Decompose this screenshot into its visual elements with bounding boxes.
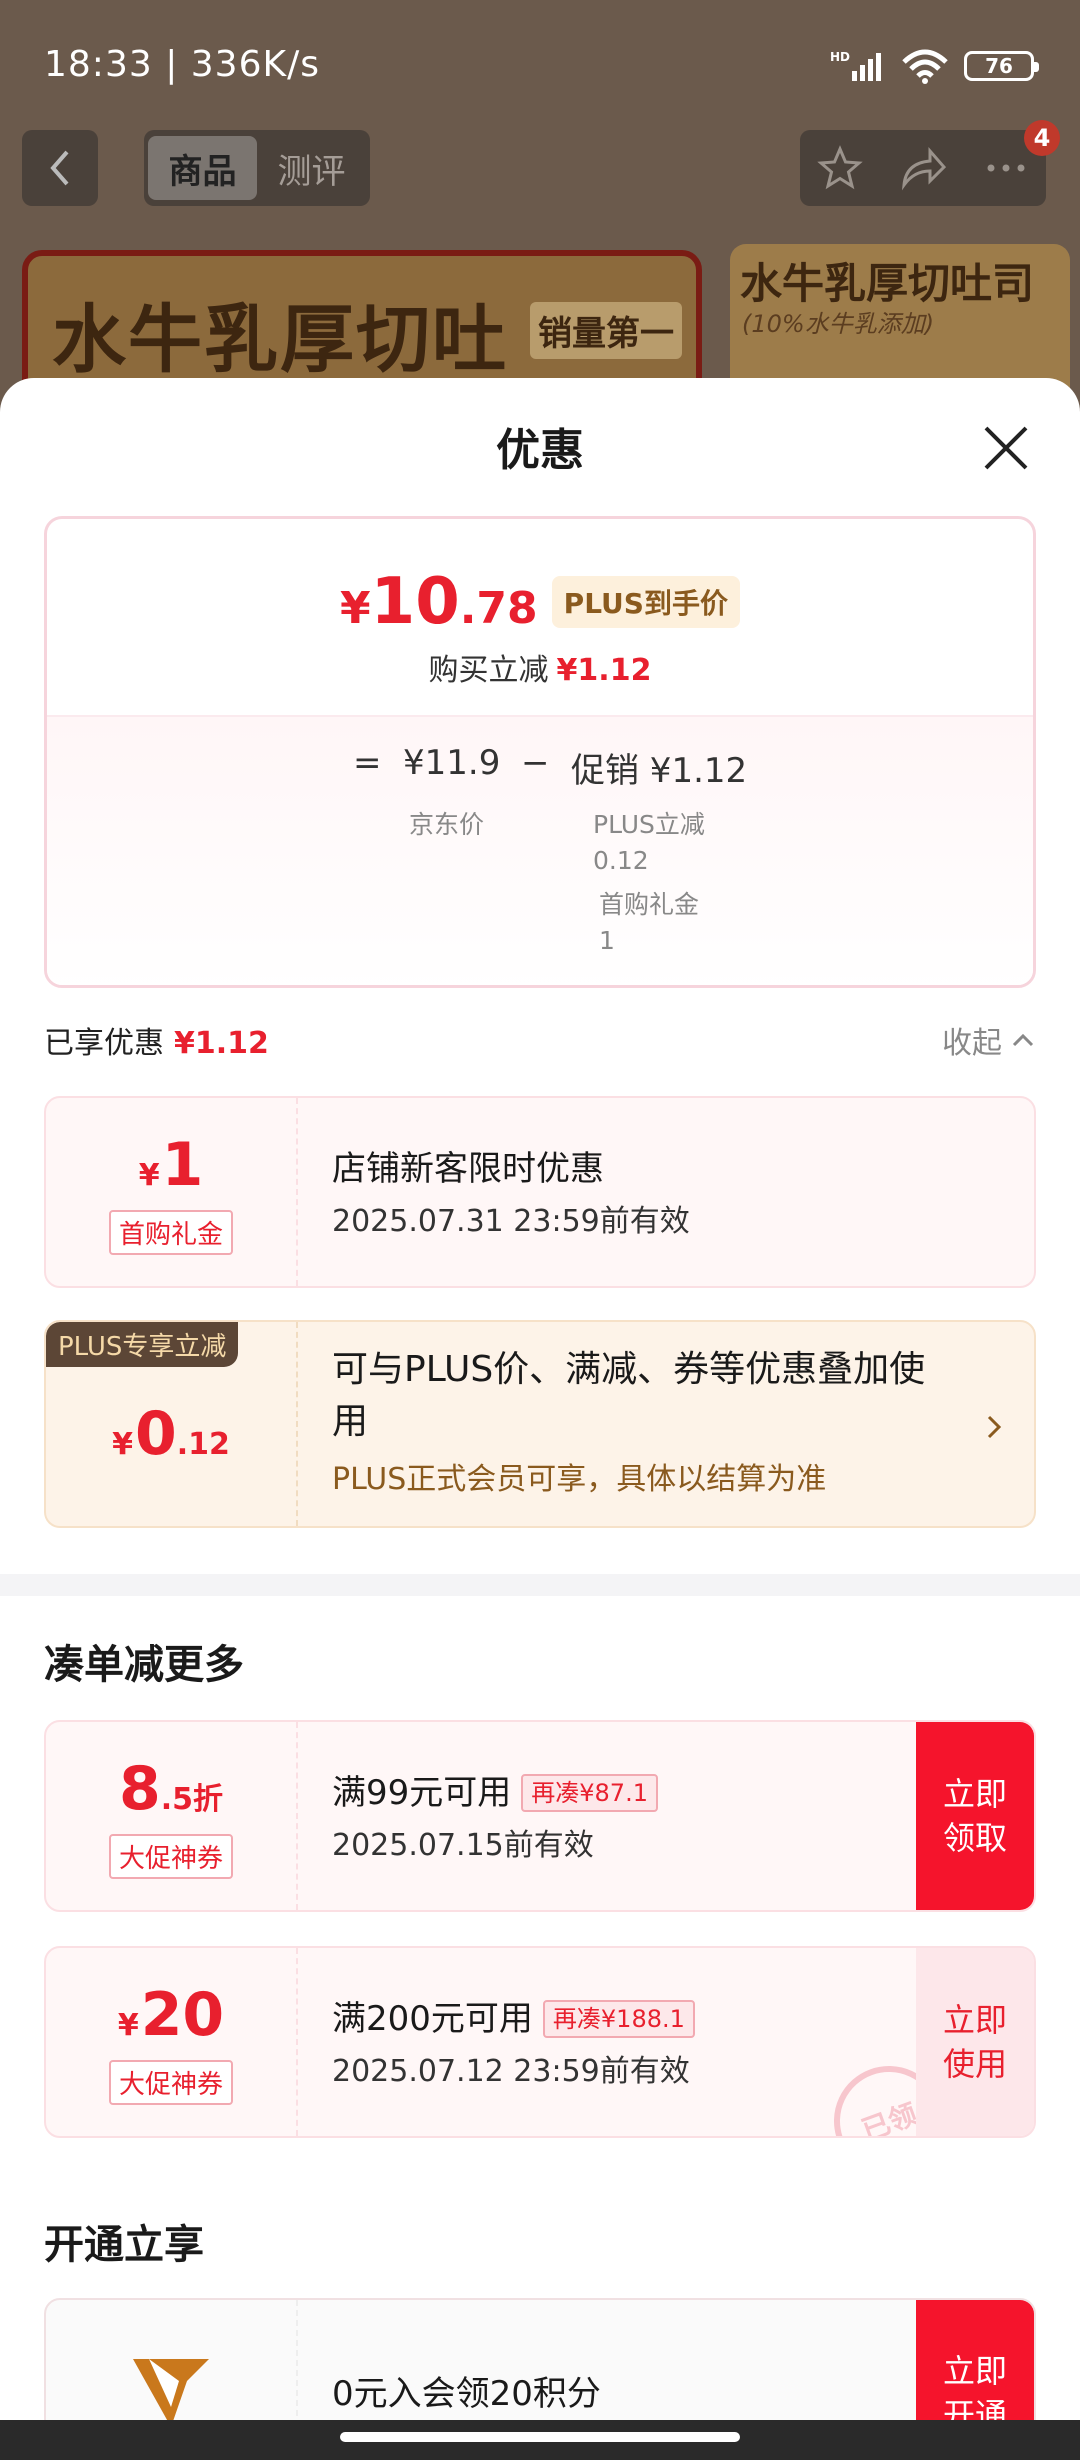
chevron-left-icon: [50, 150, 69, 186]
coupon-suffix: .5折: [160, 1781, 224, 1817]
share-icon[interactable]: [898, 145, 948, 191]
coupon-validity: 2025.07.15前有效: [332, 1828, 594, 1863]
banner-title: 水牛乳厚切吐: [52, 297, 508, 383]
coupon-amount: 1: [161, 1129, 204, 1200]
close-icon[interactable]: [980, 422, 1032, 474]
price-summary: ¥ 10 .78 PLUS到手价 购买立减 ¥1.12: [47, 519, 1033, 717]
base-price-label: 京东价: [409, 810, 485, 839]
status-icons: HD 76: [830, 48, 1039, 84]
section-divider: [0, 1574, 1080, 1596]
coupon-amount: 20: [140, 1979, 225, 2050]
enjoyed-label: 已享优惠: [44, 1026, 164, 1061]
status-bar: 18:33 | 336K/s HD 76: [0, 0, 1080, 130]
coupon-type-tag: 首购礼金: [108, 1209, 233, 1255]
claim-button[interactable]: 立即领取: [916, 1722, 1034, 1910]
coupon-20-off: ¥ 20 大促神券 满200元可用 再凑¥188.1 2025.07.12 23…: [44, 1946, 1036, 2138]
plus-reduce-value: 0.12: [593, 846, 649, 875]
plus-title: 可与PLUS价、满减、券等优惠叠加使用: [332, 1349, 926, 1442]
plus-amount-dec: .12: [176, 1427, 230, 1462]
section-title-more: 凑单减更多: [44, 1642, 244, 1688]
price-symbol: ¥: [340, 583, 371, 634]
collapse-toggle[interactable]: 收起: [942, 1018, 1036, 1062]
enjoyed-discount: 已享优惠 ¥1.12: [44, 1018, 269, 1062]
coupon-type-tag: 大促神券: [108, 2059, 233, 2105]
first-buy-coupon[interactable]: ¥ 1 首购礼金 店铺新客限时优惠 2025.07.31 23:59前有效: [44, 1096, 1036, 1288]
price-integer: 10: [370, 565, 460, 639]
plus-subtitle: PLUS正式会员可享，具体以结算为准: [332, 1462, 827, 1497]
plus-corner-tag: PLUS专享立减: [46, 1322, 239, 1367]
first-buy-label: 首购礼金: [599, 890, 700, 919]
section-title-open: 开通立享: [44, 2222, 204, 2268]
first-buy-value: 1: [599, 926, 615, 955]
coupon-extra-tag: 再凑¥87.1: [521, 1774, 658, 1812]
collapse-label: 收起: [942, 1026, 1002, 1061]
reduce-value: ¥1.12: [556, 653, 652, 688]
plus-amount-int: 0: [134, 1399, 177, 1469]
minus-sign: −: [521, 743, 550, 783]
home-indicator[interactable]: [340, 2432, 740, 2442]
use-button[interactable]: 立即使用: [916, 1948, 1034, 2136]
coupon-type-tag: 大促神券: [108, 1833, 233, 1879]
base-price: ¥11.9: [403, 743, 501, 783]
sheet-title: 优惠: [496, 425, 584, 476]
svg-text:HD: HD: [830, 50, 850, 64]
coupon-currency: ¥: [138, 1157, 160, 1193]
banner-badge: 销量第一: [530, 302, 682, 359]
coupon-discount-85: 8 .5折 大促神券 满99元可用 再凑¥87.1 2025.07.15前有效 …: [44, 1720, 1036, 1912]
star-icon[interactable]: [817, 145, 864, 191]
coupon-amount: 8: [118, 1753, 161, 1824]
status-time: 18:33 | 336K/s: [44, 44, 320, 85]
price-formula: = ¥11.9 − 促销 ¥1.12 京东价 PLUS立减 0.12 首购礼金 …: [47, 717, 1033, 985]
plus-price-tag: PLUS到手价: [551, 576, 740, 628]
open-member-button[interactable]: 立即开通: [916, 2300, 1034, 2420]
notification-badge: 4: [1024, 120, 1060, 156]
tab-switcher: 商品 测评: [144, 130, 370, 206]
product-page-background: 18:33 | 336K/s HD 76 商品 测评 4 水牛乳厚切吐 销量第一…: [0, 0, 1080, 420]
coupon-amount-block: ¥ 20 大促神券: [46, 1948, 298, 2136]
cellular-signal-icon: HD: [830, 50, 881, 81]
nav-actions: 4: [800, 120, 1060, 206]
chevron-right-icon: [987, 1415, 1002, 1439]
tab-review[interactable]: 测评: [257, 136, 366, 200]
reduce-label: 购买立减: [428, 653, 549, 688]
battery-icon: 76: [964, 51, 1039, 81]
claim-button-label: 立即领取: [942, 1775, 1007, 1857]
enjoyed-value: ¥1.12: [174, 1026, 269, 1061]
coupon-currency: ¥: [117, 2007, 139, 2043]
banner-side-title: 水牛乳厚切吐司: [740, 259, 1035, 308]
open-member-label: 立即开通: [942, 2352, 1007, 2420]
member-card: 0元入会领20积分 立即开通: [44, 2298, 1036, 2420]
coupon-validity: 2025.07.12 23:59前有效: [332, 2054, 690, 2089]
coupon-title: 满99元可用: [332, 1773, 512, 1813]
system-nav-bar: [0, 2420, 1080, 2460]
coupon-validity: 2025.07.31 23:59前有效: [332, 1204, 690, 1239]
discount-sheet: 优惠 ¥ 10 .78 PLUS到手价 购买立减 ¥1.12 = ¥11.9 − …: [0, 378, 1080, 2420]
plus-currency: ¥: [112, 1427, 133, 1462]
member-logo-block: [46, 2300, 298, 2420]
price-decimal: .78: [459, 583, 538, 634]
member-title: 0元入会领20积分: [332, 2374, 601, 2414]
banner-side-sub: (10%水牛乳添加): [742, 310, 935, 338]
back-button[interactable]: [22, 130, 98, 206]
equals-sign: =: [353, 743, 382, 783]
tab-product[interactable]: 商品: [148, 136, 257, 200]
use-button-label: 立即使用: [942, 2001, 1007, 2083]
member-logo-icon: [133, 2359, 209, 2420]
top-nav: 商品 测评 4: [0, 120, 1080, 210]
price-breakdown-card: ¥ 10 .78 PLUS到手价 购买立减 ¥1.12 = ¥11.9 − 促销 …: [44, 516, 1036, 988]
more-icon[interactable]: [983, 145, 1029, 191]
coupon-title: 店铺新客限时优惠: [332, 1149, 604, 1189]
coupon-extra-tag: 再凑¥188.1: [542, 2000, 695, 2038]
coupon-amount-block: 8 .5折 大促神券: [46, 1722, 298, 1910]
coupon-amount-block: ¥ 1 首购礼金: [46, 1098, 298, 1286]
wifi-icon: [902, 49, 948, 84]
promo-amount: 促销 ¥1.12: [571, 751, 748, 791]
coupon-title: 满200元可用: [332, 1999, 533, 2039]
chevron-up-icon: [1012, 1033, 1034, 1047]
plus-coupon[interactable]: ¥ 0 .12 PLUS专享立减 可与PLUS价、满减、券等优惠叠加使用 PLU…: [44, 1320, 1036, 1528]
reduce-line: 购买立减 ¥1.12: [47, 645, 1033, 689]
plus-reduce-label: PLUS立减: [593, 810, 705, 839]
